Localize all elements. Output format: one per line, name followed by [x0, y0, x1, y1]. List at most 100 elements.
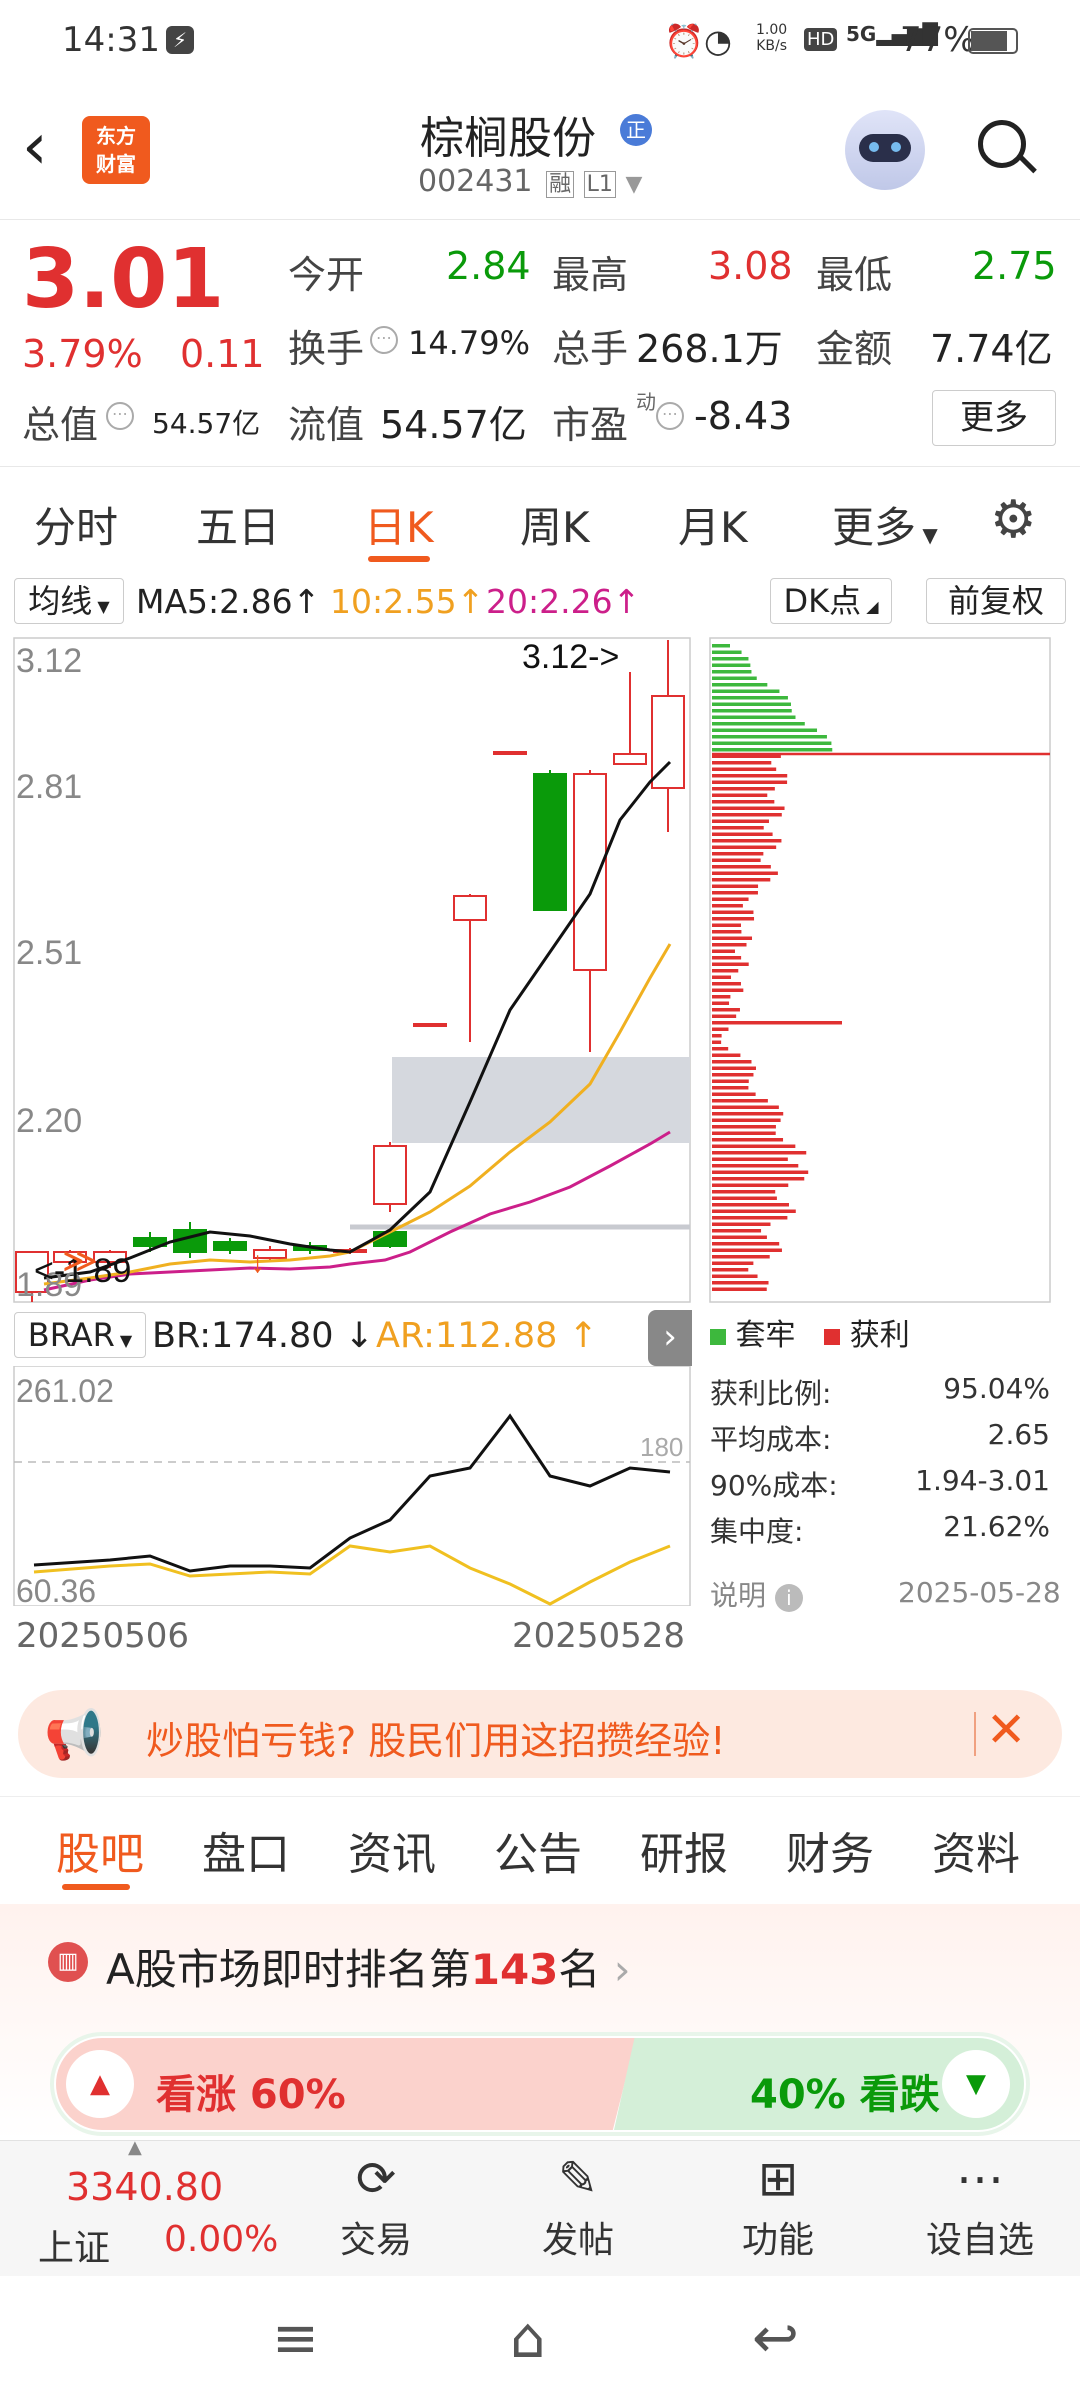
battery-icon	[968, 28, 1018, 54]
chip-stat-row: 集中度: 21.62%	[710, 1510, 1050, 1556]
change-percent: 3.79%	[22, 332, 143, 376]
chip-bar	[712, 969, 739, 973]
tab-finance[interactable]: 财务	[786, 1818, 874, 1882]
chip-bar	[712, 878, 771, 882]
ranking-text[interactable]: A股市场即时排名第143名 ›	[106, 1936, 631, 1997]
tab-weekly-k[interactable]: 周K	[520, 494, 590, 555]
chip-bar	[712, 1216, 788, 1220]
tab-intraday[interactable]: 分时	[34, 494, 118, 555]
nav-post[interactable]: ✎ 发帖	[524, 2147, 632, 2263]
promo-banner[interactable]: 📢 炒股怕亏钱? 股民们用这招攒经验! ✕	[18, 1690, 1062, 1778]
menu-icon[interactable]: ≡	[272, 2306, 319, 2371]
yen-cycle-icon: ⟳	[355, 2151, 397, 2207]
indicator-header: BRAR ▼ BR:174.80 ↓ AR:112.88 ↑ ›	[0, 1306, 700, 1366]
alarm-icon: ⏰	[664, 22, 704, 60]
chip-bar	[712, 748, 833, 752]
tab-guba[interactable]: 股吧	[56, 1818, 144, 1882]
indicator-selector[interactable]: BRAR ▼	[14, 1312, 146, 1358]
arrow-down-icon: ↓	[250, 1246, 265, 1279]
tab-more[interactable]: 更多 ▼	[832, 494, 938, 555]
chip-bar	[712, 1203, 789, 1207]
chip-bar	[712, 806, 785, 810]
chip-bar	[712, 897, 749, 901]
chip-bar	[712, 975, 732, 979]
tab-pankou[interactable]: 盘口	[202, 1818, 290, 1882]
tab-news[interactable]: 资讯	[348, 1818, 436, 1882]
expand-arrow-icon[interactable]: ›	[648, 1310, 692, 1366]
chip-bar	[712, 936, 753, 940]
tab-daily-k[interactable]: 日K	[364, 494, 434, 555]
kline-chart[interactable]: 3.12 2.81 2.51 2.20 1.89 3.12-> <-1.89 ≫…	[0, 632, 1080, 1307]
nav-trade[interactable]: ⟳ 交易	[322, 2147, 430, 2263]
chip-bar	[712, 1073, 754, 1077]
chip-bar	[712, 826, 764, 830]
float-label: 流值	[288, 403, 365, 447]
brar-ymin: 60.36	[16, 1573, 96, 1606]
home-icon[interactable]: ⌂	[510, 2306, 546, 2371]
chip-stat-value: 2.65	[987, 1418, 1050, 1451]
settings-gear-icon[interactable]: ⚙	[990, 494, 1037, 546]
chip-bar	[712, 767, 777, 771]
chip-bar	[712, 917, 755, 921]
app-logo[interactable]: 东方 财富	[82, 116, 150, 184]
high-annotation: 3.12->	[522, 638, 619, 676]
chip-bar	[712, 715, 796, 719]
brar-ref-label: 180	[640, 1432, 683, 1462]
back-nav-icon[interactable]: ↩	[752, 2306, 799, 2371]
stock-code[interactable]: 002431 融 L1 ▼	[418, 164, 642, 199]
nav-functions[interactable]: ⊞ 功能	[724, 2147, 832, 2263]
info-icon[interactable]: ⋯	[656, 402, 684, 430]
nav-add-watchlist[interactable]: ⋯ 设自选	[920, 2147, 1040, 2263]
index-value[interactable]: 3340.80	[66, 2165, 223, 2209]
bear-label[interactable]: 40% 看跌	[750, 2062, 940, 2120]
robot-avatar-icon[interactable]	[845, 110, 925, 190]
more-button[interactable]: 更多	[932, 390, 1056, 446]
period-tabs: 分时 五日 日K 周K 月K 更多 ▼ ⚙	[0, 470, 1080, 570]
chip-bar	[712, 1138, 784, 1142]
chip-bar	[712, 1255, 770, 1259]
tab-research[interactable]: 研报	[640, 1818, 728, 1882]
candle-body	[573, 773, 607, 971]
chip-bar	[712, 774, 788, 778]
chip-bar	[712, 1229, 762, 1233]
adjust-mode-button[interactable]: 前复权	[926, 578, 1066, 624]
volume-label: 总手	[552, 327, 629, 371]
info-icon[interactable]: ⋯	[370, 326, 398, 354]
tab-profile[interactable]: 资料	[932, 1818, 1020, 1882]
chip-bar	[712, 1170, 809, 1174]
chip-bar	[712, 1183, 789, 1187]
close-icon[interactable]: ✕	[986, 1702, 1026, 1758]
chip-note[interactable]: 说明 i	[710, 1574, 803, 1614]
chip-bar	[712, 780, 788, 784]
hd-icon: HD	[804, 28, 838, 51]
candle-body	[613, 753, 647, 765]
chip-bar	[712, 728, 818, 732]
ma-selector[interactable]: 均线 ▼	[14, 578, 124, 624]
chip-bar	[712, 982, 741, 986]
chip-bar	[712, 800, 775, 804]
back-icon[interactable]: ‹	[22, 110, 48, 184]
bull-up-icon[interactable]: ▲	[66, 2050, 134, 2118]
chip-bar	[712, 1105, 779, 1109]
tab-monthly-k[interactable]: 月K	[678, 494, 748, 555]
info-icon[interactable]: ⋯	[106, 402, 134, 430]
expand-up-icon[interactable]: ▲	[128, 2137, 142, 2158]
bear-down-icon[interactable]: ▼	[942, 2050, 1010, 2118]
chip-bar	[712, 709, 792, 713]
chip-bar	[712, 1034, 722, 1038]
bull-label[interactable]: 看涨 60%	[156, 2062, 346, 2120]
chip-bar	[712, 1027, 729, 1031]
index-name[interactable]: 上证	[38, 2219, 110, 2271]
chip-bar	[712, 1274, 758, 1278]
search-icon[interactable]	[978, 120, 1037, 176]
chip-bar	[712, 1112, 784, 1116]
brar-chart[interactable]: 180 261.02 60.36	[0, 1366, 700, 1606]
battery-text: 77%	[900, 20, 976, 60]
speedometer-icon: ◔	[704, 22, 732, 60]
bull-fill	[56, 2038, 636, 2130]
chip-bar	[712, 1021, 842, 1025]
chip-date: 2025-05-28	[898, 1576, 1061, 1609]
dk-point-button[interactable]: DK点 ◢	[770, 578, 892, 624]
tab-announcements[interactable]: 公告	[494, 1818, 582, 1882]
tab-five-day[interactable]: 五日	[196, 494, 280, 555]
